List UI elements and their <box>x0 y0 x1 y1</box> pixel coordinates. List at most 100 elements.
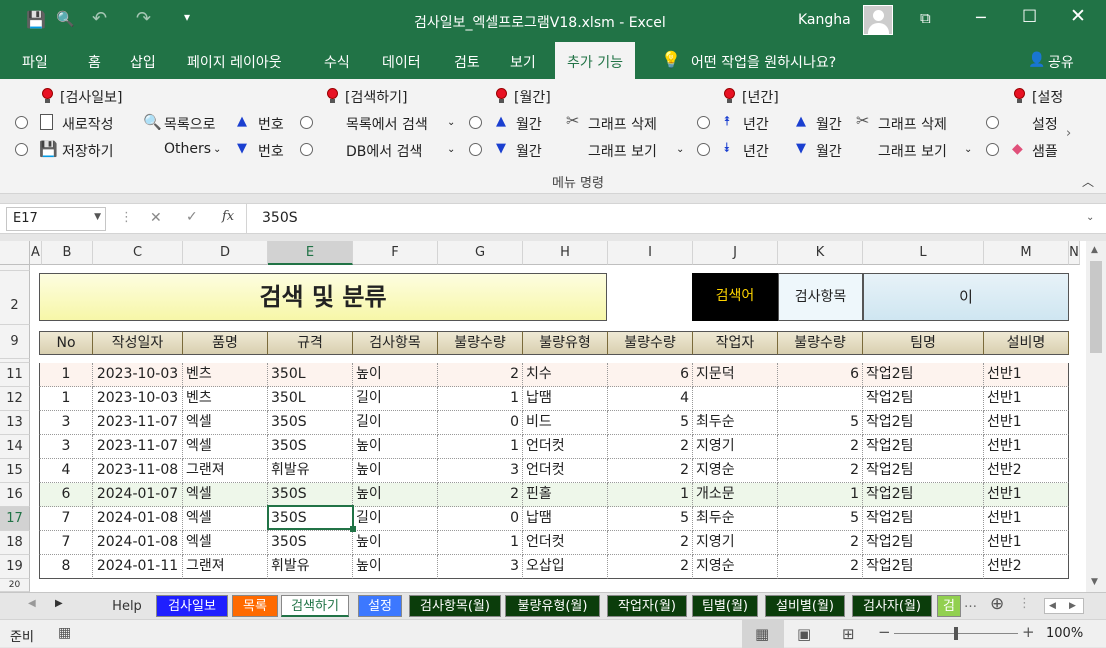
horizontal-scrollbar[interactable]: ◀ ▶ <box>1044 598 1084 614</box>
tab-formulas[interactable]: 수식 <box>324 52 350 72</box>
scroll-up-icon[interactable]: ▲ <box>1091 245 1098 255</box>
zoom-level[interactable]: 100% <box>1046 626 1083 641</box>
table-cell[interactable]: 2 <box>608 435 693 459</box>
table-cell[interactable]: 0 <box>438 411 523 435</box>
graph-delete-button-2[interactable]: 그래프 삭제 <box>878 114 947 134</box>
table-cell[interactable]: 2024-01-08 <box>93 507 183 531</box>
table-cell[interactable]: 3 <box>438 555 523 579</box>
table-cell[interactable]: 높이 <box>353 531 438 555</box>
month-up-button-2[interactable]: 월간 <box>816 114 842 134</box>
table-row[interactable]: 3 2023-11-07 엑셀 350S 높이 1 언더컷 2 지영기 2 작업2팀 선반1 <box>0 435 1086 459</box>
table-cell[interactable]: 작업2팀 <box>863 387 984 411</box>
table-cell[interactable]: 350S <box>268 531 353 555</box>
table-cell[interactable]: 2024-01-08 <box>93 531 183 555</box>
name-box[interactable]: E17 ▼ <box>6 207 106 231</box>
tab-scroll-left-icon[interactable]: ◀ <box>28 598 36 609</box>
table-cell[interactable]: 350L <box>268 387 353 411</box>
sheet-tab[interactable]: 검사일보 <box>156 595 228 617</box>
tab-data[interactable]: 데이터 <box>382 52 421 72</box>
table-cell[interactable]: 휘발유 <box>268 555 353 579</box>
table-cell[interactable]: 길이 <box>353 507 438 531</box>
save-button[interactable]: 저장하기 <box>62 141 114 161</box>
table-cell[interactable]: 휘발유 <box>268 459 353 483</box>
sheet-tab[interactable]: 검색하기 <box>281 595 349 617</box>
month-down-button-2[interactable]: 월간 <box>816 141 842 161</box>
page-layout-view-icon[interactable]: ▣ <box>797 625 811 643</box>
sheet-tab[interactable]: 설정 <box>358 595 402 617</box>
table-cell[interactable]: 그랜져 <box>183 459 268 483</box>
close-icon[interactable]: ✕ <box>1070 5 1086 27</box>
column-header-H[interactable]: H <box>523 241 608 265</box>
tab-insert[interactable]: 삽입 <box>130 52 156 72</box>
table-cell[interactable]: 2023-10-03 <box>93 363 183 387</box>
table-cell[interactable]: 높이 <box>353 483 438 507</box>
table-cell[interactable]: 350S <box>268 483 353 507</box>
maximize-icon[interactable]: ☐ <box>1022 7 1037 27</box>
table-cell[interactable]: 2 <box>778 459 863 483</box>
cancel-icon[interactable]: ✕ <box>150 210 162 226</box>
year-down-button[interactable]: 년간 <box>743 141 769 161</box>
search-db-button[interactable]: DB에서 검색 <box>346 141 422 161</box>
table-cell[interactable]: 길이 <box>353 387 438 411</box>
table-cell[interactable]: 2 <box>778 435 863 459</box>
table-cell[interactable]: 2024-01-07 <box>93 483 183 507</box>
table-cell[interactable]: 0 <box>438 507 523 531</box>
ribbon-display-icon[interactable]: ⧉ <box>920 9 931 27</box>
table-cell[interactable]: 선반2 <box>984 555 1069 579</box>
column-header-M[interactable]: M <box>984 241 1069 265</box>
month-down-button[interactable]: 월간 <box>516 141 542 161</box>
column-header-K[interactable]: K <box>778 241 863 265</box>
number-up-button[interactable]: 번호 <box>258 114 284 134</box>
sheet-tab[interactable]: 목록 <box>232 595 278 617</box>
table-cell[interactable]: 높이 <box>353 363 438 387</box>
insert-function-icon[interactable]: fx <box>222 209 234 224</box>
table-cell[interactable]: 2023-11-07 <box>93 411 183 435</box>
table-cell[interactable]: 3 <box>39 411 93 435</box>
print-preview-icon[interactable]: 🔍 <box>56 10 75 28</box>
table-cell[interactable]: 7 <box>39 531 93 555</box>
table-cell[interactable]: 지영기 <box>693 435 778 459</box>
table-cell[interactable]: 엑셀 <box>183 411 268 435</box>
sheet-tab[interactable]: 검사자(월) <box>852 595 932 617</box>
table-cell[interactable]: 지영순 <box>693 459 778 483</box>
table-cell[interactable]: 4 <box>608 387 693 411</box>
redo-icon[interactable]: ↷ <box>136 8 151 29</box>
table-cell[interactable]: 언더컷 <box>523 459 608 483</box>
table-cell[interactable]: 3 <box>438 459 523 483</box>
column-header-C[interactable]: C <box>93 241 183 265</box>
undo-icon[interactable]: ↶ <box>92 8 107 29</box>
table-cell[interactable]: 2023-11-07 <box>93 435 183 459</box>
row-header-20[interactable]: 20 <box>0 579 30 592</box>
table-cell[interactable]: 선반1 <box>984 411 1069 435</box>
sheet-tab[interactable]: 팀별(월) <box>692 595 758 617</box>
new-sheet-icon[interactable]: ⊕ <box>990 594 1004 614</box>
table-cell[interactable]: 벤츠 <box>183 387 268 411</box>
table-cell[interactable]: 핀홀 <box>523 483 608 507</box>
scroll-down-icon[interactable]: ▼ <box>1091 577 1098 587</box>
radio-year-down[interactable] <box>697 143 710 156</box>
quick-access-customize-icon[interactable]: ▾ <box>184 10 190 24</box>
table-row[interactable]: 1 2023-10-03 벤츠 350L 높이 2 치수 6 지문덕 6 작업2팀 선반1 <box>0 363 1086 387</box>
table-cell[interactable]: 높이 <box>353 459 438 483</box>
table-cell[interactable]: 작업2팀 <box>863 363 984 387</box>
normal-view-button[interactable]: ▦ <box>742 620 784 648</box>
table-cell[interactable] <box>693 387 778 411</box>
table-cell[interactable]: 개소문 <box>693 483 778 507</box>
table-cell[interactable]: 350L <box>268 363 353 387</box>
table-cell[interactable]: 2023-11-08 <box>93 459 183 483</box>
radio-new[interactable] <box>15 116 28 129</box>
table-cell[interactable]: 3 <box>39 435 93 459</box>
table-cell[interactable]: 2 <box>608 555 693 579</box>
column-header-J[interactable]: J <box>693 241 778 265</box>
ribbon-scroll-right-icon[interactable]: › <box>1066 127 1071 141</box>
table-cell[interactable]: 2023-10-03 <box>93 387 183 411</box>
table-cell[interactable]: 2 <box>778 555 863 579</box>
table-cell[interactable]: 최두순 <box>693 507 778 531</box>
radio-search-list[interactable] <box>300 116 313 129</box>
tab-file[interactable]: 파일 <box>22 52 48 72</box>
user-name[interactable]: Kangha <box>798 12 851 28</box>
fill-handle[interactable] <box>350 526 356 532</box>
table-cell[interactable]: 엑셀 <box>183 483 268 507</box>
sheet-tab[interactable]: 작업자(월) <box>607 595 687 617</box>
table-cell[interactable]: 1 <box>438 435 523 459</box>
